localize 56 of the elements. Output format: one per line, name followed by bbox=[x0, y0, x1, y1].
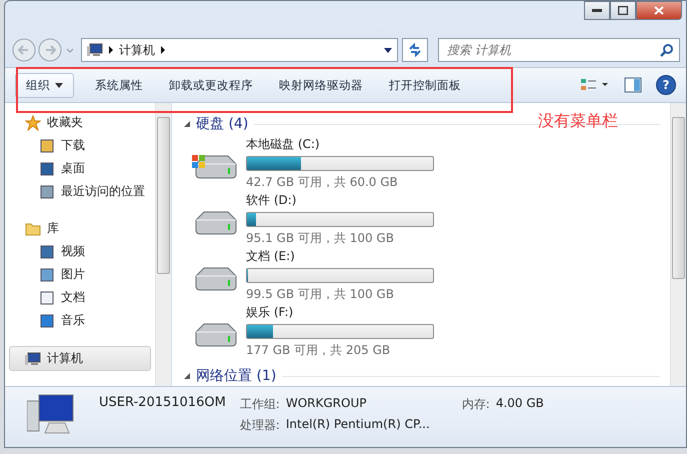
minimize-icon bbox=[592, 8, 602, 12]
sidebar-item[interactable]: 最近访问的位置 bbox=[5, 180, 155, 203]
folder-icon bbox=[25, 222, 41, 236]
maximize-icon bbox=[618, 6, 628, 15]
collapse-icon[interactable] bbox=[184, 121, 190, 127]
help-button[interactable]: ? bbox=[656, 75, 676, 95]
address-bar[interactable]: 计算机 bbox=[81, 38, 398, 62]
maximize-button[interactable] bbox=[610, 1, 636, 20]
sidebar-item[interactable]: 下载 bbox=[5, 134, 155, 157]
toolbar-button[interactable]: 系统属性 bbox=[84, 72, 154, 98]
sidebar-item[interactable]: 图片 bbox=[5, 263, 155, 286]
close-button[interactable] bbox=[636, 1, 682, 20]
refresh-icon bbox=[408, 43, 422, 57]
sidebar-item[interactable]: 计算机 bbox=[9, 346, 151, 371]
organize-menu-button[interactable]: 组织 bbox=[15, 72, 74, 98]
chevron-icon bbox=[161, 46, 165, 54]
detail-label: 工作组: bbox=[240, 396, 280, 413]
drive-item[interactable]: 文档 (E:) 99.5 GB 可用，共 100 GB bbox=[184, 247, 660, 303]
chevron-icon bbox=[109, 46, 113, 54]
scrollbar[interactable] bbox=[155, 103, 171, 386]
sidebar-item[interactable]: 音乐 bbox=[5, 309, 155, 332]
computer-icon bbox=[25, 352, 41, 366]
dropdown-icon[interactable] bbox=[384, 48, 392, 52]
search-icon bbox=[660, 44, 673, 56]
minimize-button[interactable] bbox=[584, 1, 610, 20]
drive-item[interactable]: 软件 (D:) 95.1 GB 可用，共 100 GB bbox=[184, 191, 660, 247]
sidebar-item[interactable]: 文档 bbox=[5, 286, 155, 309]
toolbar-button[interactable]: 映射网络驱动器 bbox=[268, 72, 374, 98]
sidebar-item[interactable]: 桌面 bbox=[5, 157, 155, 180]
annotation-text: 没有菜单栏 bbox=[538, 111, 618, 132]
sidebar-item[interactable]: 收藏夹 bbox=[5, 111, 155, 134]
refresh-button[interactable] bbox=[402, 38, 428, 62]
scrollbar[interactable] bbox=[670, 103, 686, 386]
computer-icon bbox=[87, 43, 103, 57]
drive-item[interactable]: 娱乐 (F:) 177 GB 可用，共 205 GB bbox=[184, 303, 660, 359]
section-heading[interactable]: 硬盘 (4) bbox=[196, 115, 248, 133]
detail-value: 4.00 GB bbox=[496, 396, 544, 412]
close-icon bbox=[654, 6, 664, 15]
computer-name: USER-20151016OM bbox=[99, 395, 226, 410]
sidebar-item[interactable]: 视频 bbox=[5, 240, 155, 263]
preview-pane-icon[interactable] bbox=[624, 77, 642, 93]
detail-value: Intel(R) Pentium(R) CP... bbox=[286, 417, 430, 433]
search-field[interactable]: 搜索 计算机 bbox=[438, 38, 680, 62]
detail-label: 处理器: bbox=[240, 417, 280, 434]
sidebar-item[interactable]: 库 bbox=[5, 217, 155, 240]
toolbar-button[interactable]: 打开控制面板 bbox=[378, 72, 472, 98]
detail-label: 内存: bbox=[462, 396, 490, 413]
breadcrumb-item[interactable]: 计算机 bbox=[119, 42, 155, 58]
detail-value: WORKGROUP bbox=[286, 396, 368, 412]
star-icon bbox=[25, 114, 41, 130]
collapse-icon[interactable] bbox=[184, 373, 190, 379]
search-input[interactable]: 搜索 计算机 bbox=[445, 42, 660, 58]
drive-item[interactable]: 本地磁盘 (C:) 42.7 GB 可用，共 60.0 GB bbox=[184, 135, 660, 191]
view-options-icon[interactable] bbox=[580, 77, 610, 93]
section-heading[interactable]: 网络位置 (1) bbox=[196, 367, 276, 385]
toolbar-button[interactable]: 卸载或更改程序 bbox=[158, 72, 264, 98]
